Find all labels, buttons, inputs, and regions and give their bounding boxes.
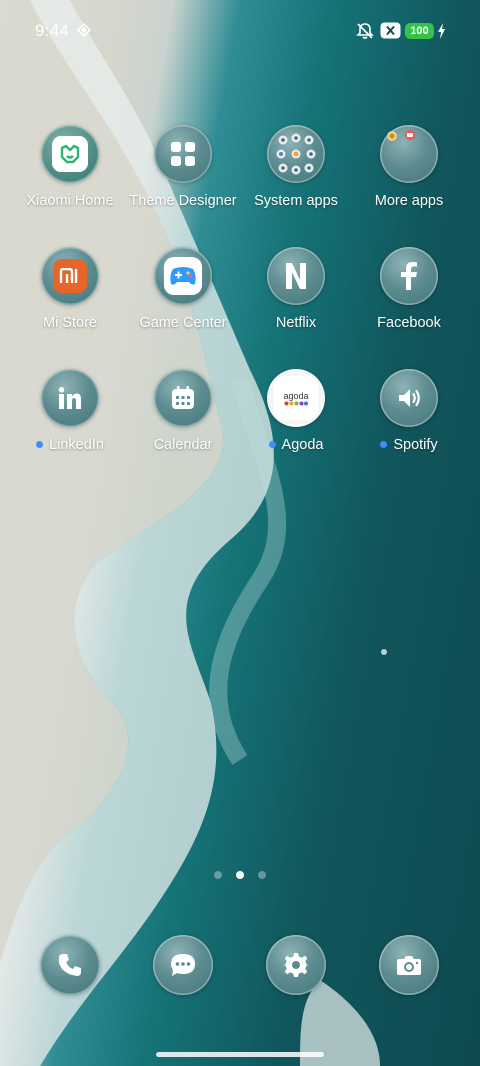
linkedin-icon[interactable] xyxy=(41,369,99,427)
ar-diamond-icon xyxy=(77,23,91,37)
xiaomi-home-icon[interactable] xyxy=(41,125,99,183)
app-spotify[interactable]: Spotify xyxy=(349,369,469,453)
app-label: Mi Store xyxy=(43,315,97,331)
new-install-dot xyxy=(36,440,44,448)
app-label: Facebook xyxy=(377,315,441,331)
game-center-icon[interactable] xyxy=(154,247,212,305)
agoda-icon[interactable]: agoda xyxy=(267,369,325,427)
app-agoda[interactable]: agoda Agoda xyxy=(236,369,356,453)
app-linkedin[interactable]: LinkedIn xyxy=(10,369,130,453)
netflix-icon[interactable] xyxy=(267,247,325,305)
phone-icon[interactable] xyxy=(40,935,100,995)
app-label: Xiaomi Home xyxy=(26,193,114,209)
app-label: Netflix xyxy=(275,315,317,331)
page-dot[interactable] xyxy=(258,871,266,879)
dock-messages[interactable] xyxy=(123,935,243,995)
more-apps-folder-icon[interactable] xyxy=(380,125,438,183)
muted-notifications-icon xyxy=(356,23,374,39)
app-game-center[interactable]: Game Center xyxy=(123,247,243,331)
new-install-dot xyxy=(380,440,388,448)
app-label: Spotify xyxy=(393,437,438,453)
battery-level: 100 xyxy=(405,23,434,39)
app-label: Calendar xyxy=(153,437,213,453)
app-xiaomi-home[interactable]: Xiaomi Home xyxy=(10,125,130,209)
messages-icon[interactable] xyxy=(153,935,213,995)
spotify-icon[interactable] xyxy=(380,369,438,427)
app-netflix[interactable]: Netflix xyxy=(236,247,356,331)
app-label: Agoda xyxy=(281,437,324,453)
page-indicator xyxy=(0,866,480,884)
app-label-row: Agoda xyxy=(236,437,356,453)
page-dot[interactable] xyxy=(214,871,222,879)
sim-blocked-icon xyxy=(380,22,401,39)
theme-designer-icon[interactable] xyxy=(154,125,212,183)
status-bar: 9:44 100 xyxy=(0,0,480,62)
dock-camera[interactable] xyxy=(349,935,469,995)
facebook-icon[interactable] xyxy=(380,247,438,305)
dock-settings[interactable] xyxy=(236,935,356,995)
app-mi-store[interactable]: Mi Store xyxy=(10,247,130,331)
app-facebook[interactable]: Facebook xyxy=(349,247,469,331)
app-label-row: Spotify xyxy=(349,437,469,453)
app-calendar[interactable]: Calendar xyxy=(123,369,243,453)
page-dot-active[interactable] xyxy=(236,871,244,879)
camera-icon[interactable] xyxy=(379,935,439,995)
app-label: Game Center xyxy=(139,315,227,331)
system-apps-folder-icon[interactable] xyxy=(267,125,325,183)
folder-more-apps[interactable]: More apps xyxy=(349,125,469,209)
calendar-icon[interactable] xyxy=(154,369,212,427)
app-label: Theme Designer xyxy=(129,193,237,209)
settings-gear-icon[interactable] xyxy=(266,935,326,995)
app-theme-designer[interactable]: Theme Designer xyxy=(123,125,243,209)
app-label: LinkedIn xyxy=(49,437,104,453)
gesture-home-bar[interactable] xyxy=(156,1052,324,1057)
app-label-row: LinkedIn xyxy=(10,437,130,453)
charging-bolt-icon xyxy=(438,23,445,39)
dock-phone[interactable] xyxy=(10,935,130,995)
app-label: More apps xyxy=(374,193,444,209)
agoda-logo-text: agoda xyxy=(283,390,309,401)
status-time: 9:44 xyxy=(35,21,70,40)
folder-system-apps[interactable]: System apps xyxy=(236,125,356,209)
mi-store-icon[interactable] xyxy=(41,247,99,305)
app-label: System apps xyxy=(254,193,338,209)
new-install-dot xyxy=(268,440,276,448)
